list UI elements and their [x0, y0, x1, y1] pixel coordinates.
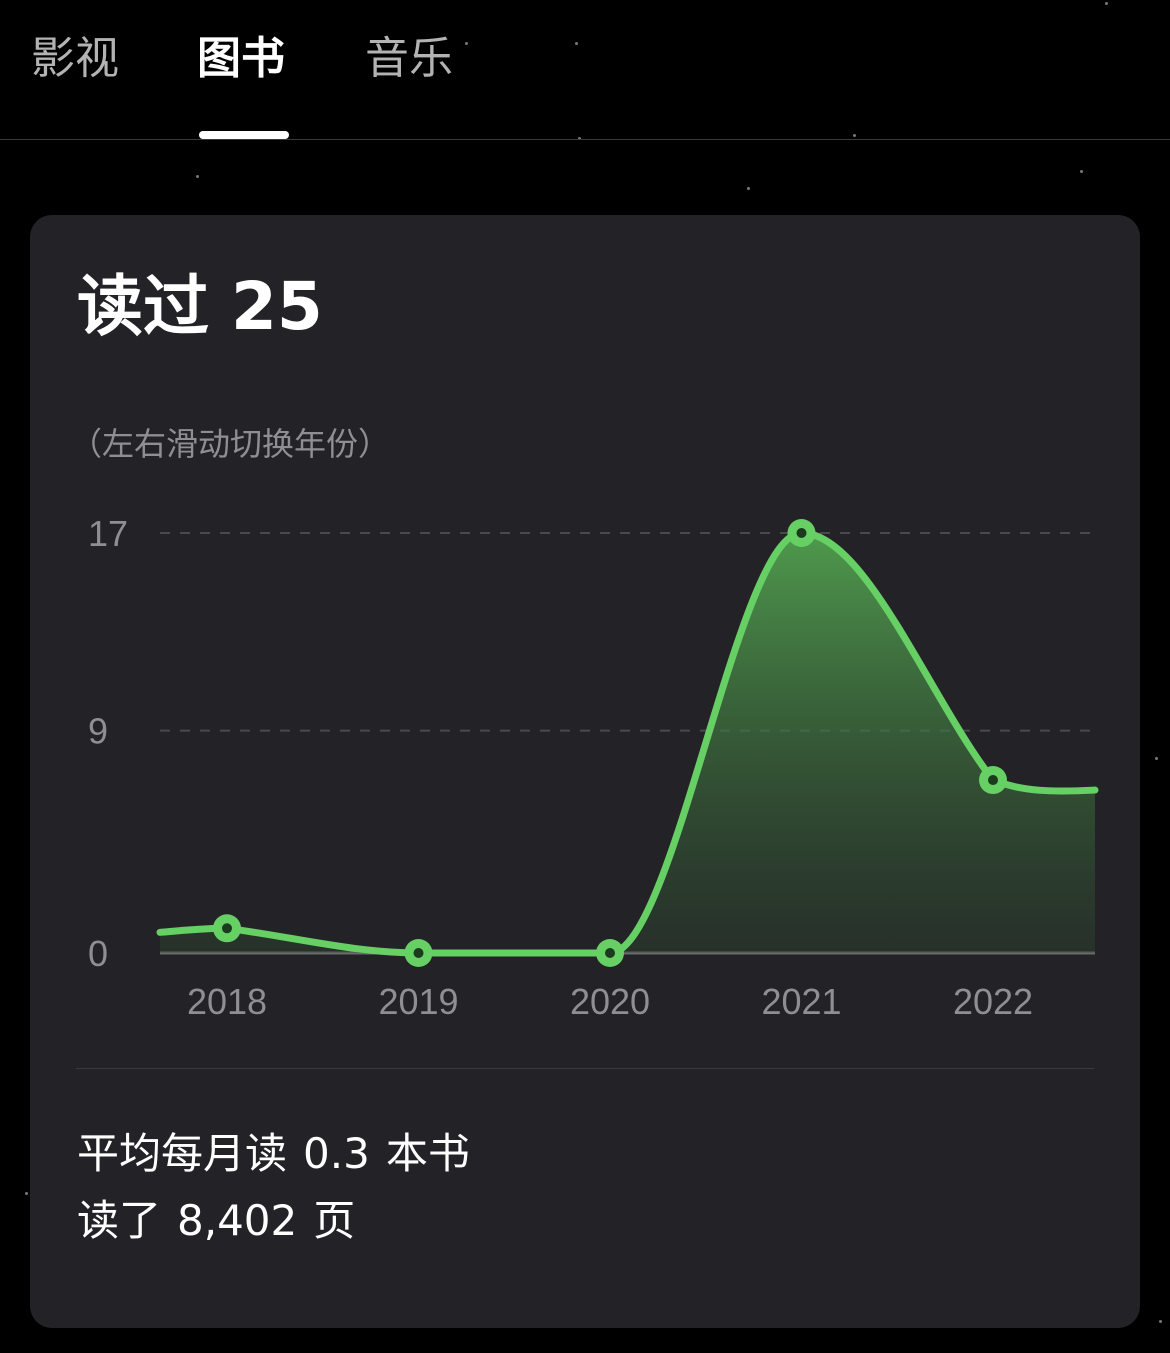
monthly-average-value: 0.3 — [303, 1129, 370, 1178]
x-tick-label-2021: 2021 — [761, 981, 841, 1022]
x-tick-label-2018: 2018 — [187, 981, 267, 1022]
tab-bar: 影视 图书 音乐 — [0, 0, 1170, 140]
y-tick-label: 9 — [88, 711, 108, 752]
pages-read-stat: 读了 8,402 页 — [77, 1193, 355, 1249]
data-point-center — [413, 948, 424, 958]
y-tick-label: 17 — [88, 513, 128, 554]
area-fill — [160, 533, 1095, 953]
divider — [76, 1068, 1094, 1069]
monthly-average-label: 平均每月读 — [77, 1129, 288, 1178]
pages-read-unit: 页 — [313, 1196, 356, 1245]
active-tab-indicator — [199, 131, 289, 139]
reading-summary-card: 读过 25 （左右滑动切换年份） 0 9 17 2018 2019 2020 2021 2022… — [30, 215, 1140, 1328]
data-point-center — [796, 528, 807, 538]
tab-books[interactable]: 图书 — [197, 30, 285, 88]
data-point-center — [988, 775, 998, 786]
monthly-average-unit: 本书 — [385, 1129, 470, 1178]
y-tick-label: 0 — [88, 933, 108, 974]
pages-read-value: 8,402 — [177, 1196, 298, 1245]
data-point-center — [222, 923, 232, 934]
x-tick-label-2020: 2020 — [570, 981, 650, 1022]
monthly-average-stat: 平均每月读 0.3 本书 — [77, 1126, 470, 1182]
x-tick-label-2022: 2022 — [953, 981, 1033, 1022]
pages-read-label: 读了 — [77, 1196, 162, 1245]
tab-movies[interactable]: 影视 — [31, 30, 119, 88]
books-per-year-chart[interactable]: 0 9 17 2018 2019 2020 2021 2022 — [30, 215, 1140, 1075]
data-point-center — [605, 948, 615, 958]
x-tick-label-2019: 2019 — [378, 981, 458, 1022]
tab-music[interactable]: 音乐 — [365, 30, 453, 88]
